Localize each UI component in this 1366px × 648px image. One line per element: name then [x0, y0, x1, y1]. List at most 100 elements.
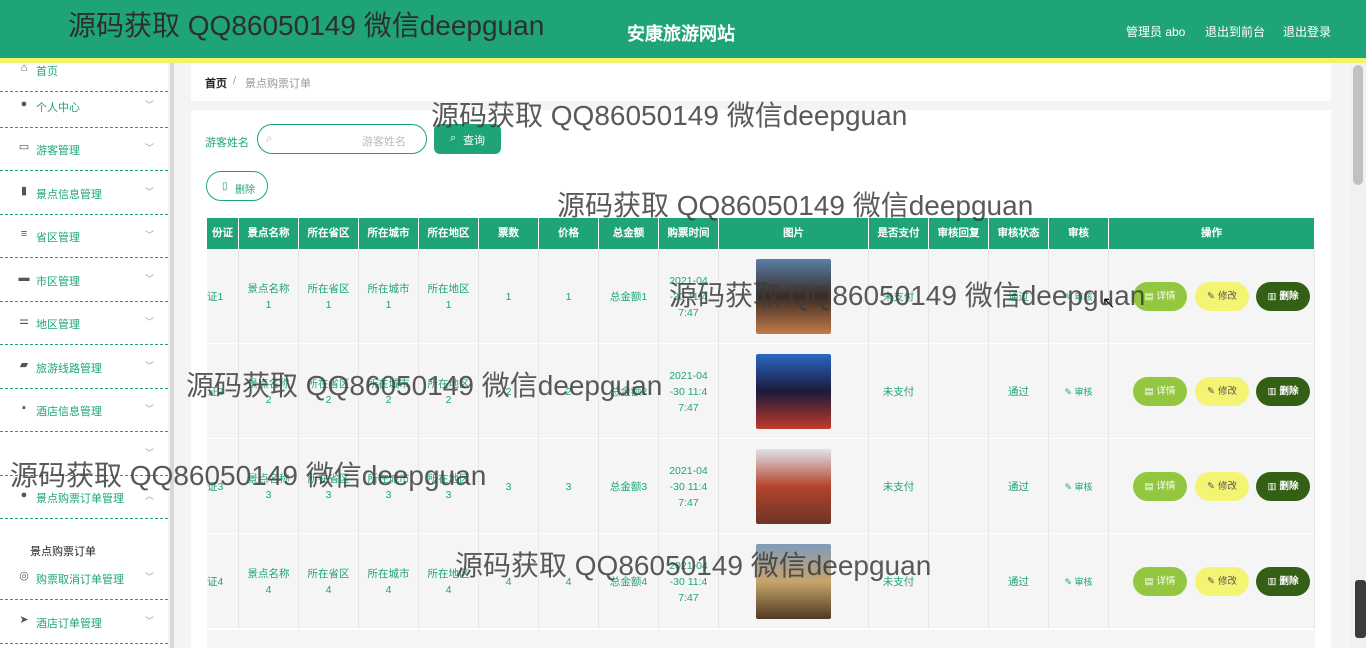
floating-control[interactable]: [1355, 580, 1366, 638]
sidebar-item-10[interactable]: ● 景点购票订单管理 ︿: [0, 477, 168, 519]
sidebar-scrollbar[interactable]: [170, 63, 174, 648]
cell-name: 景点名称 2: [239, 344, 299, 439]
sidebar-subitem-ticket-orders[interactable]: 景点购票订单: [30, 543, 96, 559]
cell-actions: ▤ 详情 ✎ 修改 ▥ 删除: [1109, 439, 1315, 534]
cell-total: 总金额4: [599, 534, 659, 629]
column-header[interactable]: 审核状态: [989, 218, 1049, 249]
cell-area: 所在地区 4: [419, 534, 479, 629]
sidebar-item-2[interactable]: ▭ 游客管理 ﹀: [0, 129, 168, 171]
audit-link[interactable]: ✎ 审核: [1064, 479, 1092, 495]
delete-button[interactable]: ▥ 删除: [1256, 377, 1310, 406]
compass-icon: ◎: [19, 570, 29, 582]
sidebar-item-label: 酒店订单管理: [36, 618, 102, 630]
doc-icon: ▤: [1144, 480, 1154, 492]
sidebar-item-6[interactable]: ⚌ 地区管理 ﹀: [0, 303, 168, 345]
detail-button[interactable]: ▤ 详情: [1133, 377, 1187, 406]
doc-icon: ▤: [1144, 575, 1154, 587]
detail-button-label: 详情: [1156, 385, 1176, 397]
cell-name: 景点名称 4: [239, 534, 299, 629]
cell-reply: [929, 344, 989, 439]
search-button-label: 查询: [463, 135, 485, 147]
column-header[interactable]: 份证: [207, 218, 239, 249]
cell-reply: [929, 249, 989, 344]
cell-city: 所在城市 3: [359, 439, 419, 534]
column-header[interactable]: 景点名称: [239, 218, 299, 249]
pencil-icon: ✎: [1207, 575, 1215, 587]
edit-button[interactable]: ✎ 修改: [1195, 567, 1249, 596]
chevron-down-icon: ﹀: [144, 616, 154, 626]
trash-icon: ▥: [1267, 290, 1277, 302]
cell-province: 所在省区 1: [299, 249, 359, 344]
column-header[interactable]: 总金额: [599, 218, 659, 249]
search-input[interactable]: ⌕ 游客姓名: [257, 124, 427, 154]
column-header[interactable]: 所在地区: [419, 218, 479, 249]
delete-button[interactable]: ▥ 删除: [1256, 567, 1310, 596]
sidebar-item-1[interactable]: ● 个人中心 ﹀: [0, 86, 168, 128]
sidebar-item-7[interactable]: ▰ 旅游线路管理 ﹀: [0, 347, 168, 389]
delete-button[interactable]: ▥ 删除: [1256, 282, 1310, 311]
edit-button[interactable]: ✎ 修改: [1195, 282, 1249, 311]
cell-tickets: 2: [479, 344, 539, 439]
cell-paid: 未支付: [869, 534, 929, 629]
column-header[interactable]: 图片: [719, 218, 869, 249]
delete-button[interactable]: ▥ 删除: [1256, 472, 1310, 501]
detail-button[interactable]: ▤ 详情: [1133, 472, 1187, 501]
sidebar-item-12[interactable]: ➤ 酒店订单管理 ﹀: [0, 602, 168, 644]
audit-link[interactable]: ✎ 审核: [1064, 289, 1092, 305]
cell-tickets: 4: [479, 534, 539, 629]
detail-button[interactable]: ▤ 详情: [1133, 282, 1187, 311]
search-button[interactable]: ⌕ 查询: [434, 124, 501, 154]
cell-time: 2021-04 -30 11:4 7:47: [659, 439, 719, 534]
page-scrollbar[interactable]: [1350, 63, 1366, 648]
delete-button-label: 删除: [1279, 290, 1299, 302]
cell-name: 景点名称 1: [239, 249, 299, 344]
trash-icon: ▯: [222, 181, 228, 192]
column-header[interactable]: 操作: [1109, 218, 1315, 249]
column-header[interactable]: 所在省区: [299, 218, 359, 249]
column-header[interactable]: 是否支付: [869, 218, 929, 249]
audit-link[interactable]: ✎ 审核: [1064, 574, 1092, 590]
cell-audit: ✎ 审核: [1049, 534, 1109, 629]
back-to-front-link[interactable]: 退出到前台: [1205, 23, 1265, 40]
chevron-down-icon: ﹀: [144, 274, 154, 284]
logout-link[interactable]: 退出登录: [1283, 23, 1331, 40]
chevron-down-icon: ﹀: [144, 572, 154, 582]
batch-delete-button[interactable]: ▯ 删除: [206, 171, 268, 201]
detail-button[interactable]: ▤ 详情: [1133, 567, 1187, 596]
doc-icon: ▤: [1144, 385, 1154, 397]
sidebar-item-3[interactable]: ▮ 景点信息管理 ﹀: [0, 173, 168, 215]
column-header[interactable]: 购票时间: [659, 218, 719, 249]
column-header[interactable]: 票数: [479, 218, 539, 249]
edit-button[interactable]: ✎ 修改: [1195, 472, 1249, 501]
batch-delete-label: 删除: [235, 185, 255, 196]
column-header[interactable]: 价格: [539, 218, 599, 249]
pencil-icon: ✎: [1064, 481, 1075, 492]
trash-icon: ▥: [1267, 385, 1277, 397]
pencil-icon: ✎: [1207, 290, 1215, 302]
audit-link[interactable]: ✎ 审核: [1064, 384, 1092, 400]
sidebar-item-5[interactable]: ▬ 市区管理 ﹀: [0, 260, 168, 302]
sidebar-item-8[interactable]: ▪ 酒店信息管理 ﹀: [0, 390, 168, 432]
delete-button-label: 删除: [1279, 575, 1299, 587]
sidebar-item-11[interactable]: ◎ 购票取消订单管理 ﹀: [0, 558, 168, 600]
cell-time: 2021-04 -30 11:4 7:47: [659, 344, 719, 439]
cell-province: 所在省区 3: [299, 439, 359, 534]
breadcrumb-home[interactable]: 首页: [205, 75, 227, 91]
page-scrollbar-thumb[interactable]: [1353, 65, 1363, 185]
sidebar: ⌂ 首页 ● 个人中心 ﹀ ▭ 游客管理 ﹀ ▮ 景点信息管理 ﹀ ≡ 省区管理 ﹀ ▬ 市区管理 ﹀ ⚌ 地区管理…: [0, 62, 168, 648]
sidebar-item-4[interactable]: ≡ 省区管理 ﹀: [0, 216, 168, 258]
cell-actions: ▤ 详情 ✎ 修改 ▥ 删除: [1109, 534, 1315, 629]
breadcrumb-separator: /: [233, 75, 237, 87]
sidebar-item-9[interactable]: ﹀: [0, 434, 168, 476]
edit-button[interactable]: ✎ 修改: [1195, 377, 1249, 406]
cell-total: 总金额1: [599, 249, 659, 344]
column-header[interactable]: 审核: [1049, 218, 1109, 249]
sidebar-item-label: 首页: [36, 66, 58, 78]
table-row-partial: [207, 630, 1315, 648]
cell-total: 总金额3: [599, 439, 659, 534]
column-header[interactable]: 审核回复: [929, 218, 989, 249]
scenic-thumbnail: [756, 544, 831, 619]
column-header[interactable]: 所在城市: [359, 218, 419, 249]
cell-picture: [719, 534, 869, 629]
cell-price: 1: [539, 249, 599, 344]
